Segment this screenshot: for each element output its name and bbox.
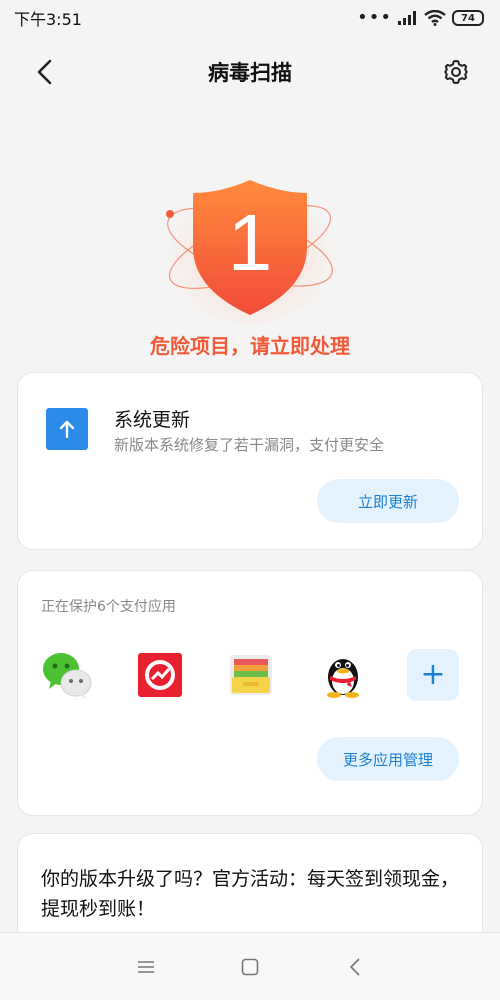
shield-icon: 1: [165, 175, 335, 325]
back-nav-button[interactable]: [343, 955, 367, 979]
update-description: 新版本系统修复了若干漏洞，支付更安全: [114, 436, 385, 454]
system-nav-bar: [0, 932, 500, 1000]
wifi-icon: [424, 10, 446, 26]
back-button[interactable]: [28, 56, 60, 88]
chevron-left-icon: [37, 59, 52, 85]
promo-text: 你的版本升级了吗？官方活动：每天签到领现金，提现秒到账！: [41, 868, 460, 920]
top-bar: 病毒扫描: [0, 44, 500, 100]
gear-icon: [444, 60, 468, 84]
more-dots-icon: •••: [357, 7, 392, 28]
payment-protection-card: 正在保护6个支付应用 + 更多应用管理: [17, 570, 483, 816]
protection-label: 正在保护6个支付应用: [41, 599, 176, 615]
status-bar: 下午3:51 ••• 74: [0, 0, 500, 36]
signal-icon: [398, 11, 416, 25]
update-title: 系统更新: [114, 409, 191, 431]
qq-icon[interactable]: [317, 649, 369, 701]
add-app-button[interactable]: +: [407, 649, 459, 701]
more-apps-button[interactable]: 更多应用管理: [317, 737, 459, 781]
threat-shield: 1: [150, 165, 350, 325]
protected-apps-row: +: [18, 649, 484, 701]
home-button[interactable]: [238, 955, 262, 979]
home-square-icon: [241, 958, 259, 976]
wechat-icon[interactable]: [41, 649, 93, 701]
nav-back-icon: [349, 958, 360, 976]
system-update-card: 系统更新 新版本系统修复了若干漏洞，支付更安全 立即更新: [17, 372, 483, 550]
status-icons: ••• 74: [357, 9, 484, 27]
settings-button[interactable]: [440, 56, 472, 88]
menu-icon: [138, 961, 154, 973]
threat-count: 1: [228, 198, 273, 287]
payment-app-icon[interactable]: [134, 649, 186, 701]
page-title: 病毒扫描: [208, 61, 292, 85]
threat-message: 危险项目，请立即处理: [150, 334, 350, 358]
arrow-up-icon: [59, 420, 75, 439]
wallet-icon[interactable]: [225, 649, 277, 701]
menu-button[interactable]: [134, 955, 158, 979]
update-icon: [46, 408, 88, 450]
update-now-button[interactable]: 立即更新: [317, 479, 459, 523]
battery-icon: 74: [452, 10, 484, 26]
status-time: 下午3:51: [14, 10, 82, 29]
